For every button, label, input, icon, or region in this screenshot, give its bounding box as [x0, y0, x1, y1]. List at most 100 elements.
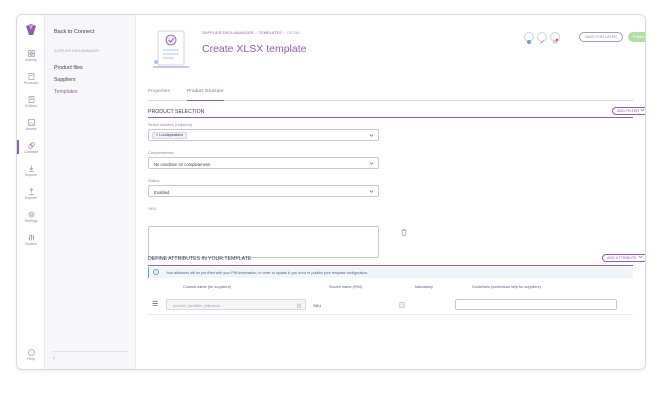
svg-text:?: ?	[30, 350, 33, 355]
logo-icon[interactable]	[24, 23, 38, 37]
nav-settings[interactable]: Settings	[17, 211, 45, 223]
info-round-icon	[527, 40, 531, 44]
nav-label: Exports	[24, 196, 38, 200]
family-chip[interactable]: × Loudspeakers	[152, 132, 188, 139]
breadcrumb-item[interactable]: SUPPLIER DATA MANAGER	[202, 31, 254, 35]
products-icon	[28, 73, 34, 80]
add-attribute-button[interactable]: ADD ATTRIBUTE	[602, 254, 645, 262]
chevron-down-icon	[638, 255, 643, 259]
chevron-down-icon	[640, 108, 645, 112]
trash-icon[interactable]	[401, 229, 407, 236]
chevron-down-icon	[369, 162, 374, 165]
icon-button-link[interactable]	[537, 32, 547, 44]
main-content: SUPPLIER DATA MANAGER / TEMPLATES / DETAIL C…	[136, 15, 645, 369]
nav-label: Help	[27, 357, 35, 361]
breadcrumb-separator: /	[255, 31, 257, 35]
system-icon	[28, 234, 34, 241]
add-filter-button[interactable]: ADD FILTER	[612, 107, 645, 115]
chevron-down-icon	[369, 134, 374, 137]
panel-link-product-files[interactable]: Product files	[54, 65, 83, 71]
nav-products[interactable]: Products	[17, 73, 45, 85]
completeness-value: No condition on completeness	[154, 161, 211, 167]
families-label: Select families (required)	[148, 122, 193, 127]
nav-label: Imports	[25, 173, 37, 177]
sku-textarea[interactable]	[148, 226, 379, 258]
info-text: Your attributes will be pre-filled with …	[166, 270, 369, 275]
nav-label: Settings	[24, 219, 38, 223]
source-name: SKU	[313, 303, 322, 308]
page-title: Create XLSX template	[202, 43, 307, 55]
panel-section-title: SUPPLIER DATA MANAGER	[54, 49, 100, 53]
breadcrumb-current: DETAIL	[287, 31, 301, 35]
main-nav: Activity Products Entities Assets Connec…	[17, 15, 45, 369]
bell-icon	[553, 38, 559, 44]
icon-button-notifications[interactable]	[550, 32, 560, 44]
help-icon: ?	[27, 349, 35, 356]
nav-assets[interactable]: Assets	[17, 119, 45, 131]
add-filter-label: ADD FILTER	[617, 109, 639, 113]
completeness-label: Completeness	[148, 150, 174, 155]
nav-help[interactable]: ? Help	[17, 349, 45, 361]
link-icon	[540, 40, 544, 44]
nav-label: System	[25, 242, 37, 246]
column-header-mandatory: Mandatory	[415, 285, 433, 289]
product-selection-title: PRODUCT SELECTION	[148, 109, 205, 115]
nav-entities[interactable]: Entities	[17, 96, 45, 108]
nav-label: Connect	[24, 150, 38, 154]
template-illustration-icon	[153, 30, 189, 68]
collapse-panel-button[interactable]: ‹	[53, 356, 55, 362]
connect-icon	[27, 142, 35, 149]
tab-product-structure[interactable]: Product structure	[187, 89, 224, 101]
panel-divider	[52, 351, 128, 352]
status-select[interactable]: Enabled	[148, 185, 379, 197]
sku-label: SKU	[148, 206, 157, 211]
families-select[interactable]: × Loudspeakers	[148, 129, 379, 141]
nav-system[interactable]: System	[17, 234, 45, 246]
nav-label: Assets	[25, 127, 37, 131]
breadcrumb-item[interactable]: TEMPLATES	[259, 31, 282, 35]
info-icon: i	[153, 269, 159, 275]
breadcrumb: SUPPLIER DATA MANAGER / TEMPLATES / DETAIL	[202, 31, 301, 35]
section-divider	[148, 117, 633, 118]
secondary-panel: Back to Connect SUPPLIER DATA MANAGER Pr…	[45, 15, 136, 369]
assets-icon	[27, 119, 35, 126]
entities-icon	[28, 96, 34, 103]
panel-link-suppliers[interactable]: Suppliers	[54, 77, 76, 83]
imports-icon	[28, 165, 34, 172]
column-header-source-name: Source name (PIM)	[329, 285, 362, 289]
nav-label: Entities	[25, 104, 37, 108]
status-label: Status	[148, 178, 160, 183]
column-header-guidelines: Guidelines (contextual help for supplier…	[472, 285, 541, 289]
nav-connect[interactable]: Connect	[17, 140, 45, 154]
nav-label: Activity	[25, 58, 37, 62]
tab-properties[interactable]: Properties	[148, 89, 170, 101]
nav-exports[interactable]: Exports	[17, 188, 45, 200]
icon-button-info[interactable]	[524, 32, 534, 44]
column-header-column-name: Column name (for suppliers)	[183, 285, 231, 289]
info-banner: i Your attributes will be pre-filled wit…	[148, 267, 633, 278]
completeness-select[interactable]: No condition on completeness	[148, 157, 379, 169]
activity-icon	[27, 50, 35, 57]
tab-bar: Properties Product structure	[148, 89, 633, 101]
nav-label: Products	[23, 81, 39, 85]
section-divider	[148, 265, 633, 266]
chevron-down-icon	[369, 190, 374, 193]
lock-icon	[297, 303, 301, 308]
add-attribute-label: ADD ATTRIBUTE	[607, 256, 637, 260]
settings-icon	[28, 211, 34, 218]
attributes-section-title: DEFINE ATTRIBUTES IN YOUR TEMPLATE	[148, 256, 252, 262]
nav-activity[interactable]: Activity	[17, 50, 45, 62]
breadcrumb-separator: /	[283, 31, 286, 35]
drag-handle-icon[interactable]: ☰	[152, 301, 158, 308]
guidelines-input[interactable]	[455, 299, 617, 310]
column-name-value: product_identifier_reference	[173, 303, 221, 308]
panel-link-templates[interactable]: Templates	[54, 89, 78, 95]
exports-icon	[28, 188, 34, 195]
column-name-input: product_identifier_reference	[166, 299, 306, 310]
save-for-later-button[interactable]: SAVE FOR LATER	[579, 32, 623, 42]
back-to-connect-link[interactable]: Back to Connect	[54, 29, 94, 35]
publish-button[interactable]: Publish	[628, 32, 645, 42]
mandatory-checkbox[interactable]	[399, 302, 405, 308]
table-row: ☰ product_identifier_reference SKU	[148, 296, 633, 315]
nav-imports[interactable]: Imports	[17, 165, 45, 177]
